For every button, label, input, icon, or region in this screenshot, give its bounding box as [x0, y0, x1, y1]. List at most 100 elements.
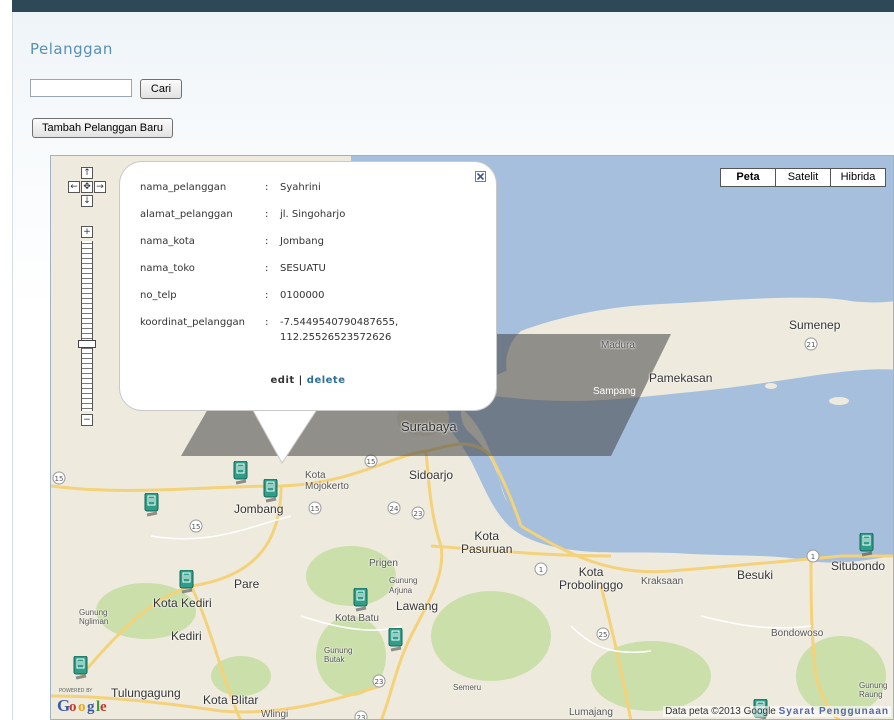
detail-key: nama_toko [140, 263, 195, 274]
map-label-gunung-raung: Gunung Raung [859, 681, 888, 699]
detail-value: -7.5449540790487655, 112.25526523572626 [280, 317, 399, 343]
map-label-gunung-butak: Gunung Butak [324, 646, 353, 664]
svg-text:23: 23 [375, 678, 384, 686]
map-label-kota-probolinggo: Kota Probolinggo [559, 565, 624, 592]
page-title: Pelanggan [30, 40, 113, 58]
detail-key: alamat_pelanggan [140, 209, 233, 220]
detail-separator: : [265, 290, 269, 301]
detail-key: nama_pelanggan [140, 182, 227, 193]
detail-value: Jombang [280, 236, 324, 247]
edit-link[interactable]: edit [271, 375, 295, 386]
customer-marker[interactable] [263, 479, 279, 503]
detail-row: alamat_pelanggan : jl. Singoharjo [140, 207, 398, 234]
svg-text:15: 15 [367, 458, 376, 466]
map-label-gunung-arjuna: Gunung Arjuna [389, 576, 418, 595]
customer-marker[interactable] [233, 461, 249, 485]
map-label-jombang: Jombang [234, 502, 284, 516]
pan-down-icon[interactable]: ↓ [81, 195, 93, 207]
action-divider: | [298, 375, 303, 386]
map-label-lawang: Lawang [396, 599, 439, 613]
map-label-semeru: Semeru [453, 683, 482, 692]
detail-row: nama_kota : Jombang [140, 234, 398, 261]
map-label-wlingi: Wlingi [261, 709, 289, 720]
detail-key: nama_kota [140, 236, 195, 247]
detail-value: SESUATU [280, 263, 326, 274]
svg-text:e: e [100, 699, 107, 715]
map-type-peta[interactable]: Peta [720, 168, 776, 187]
map-label-kota-batu: Kota Batu [335, 613, 379, 624]
map-type-hibrida[interactable]: Hibrida [830, 168, 886, 187]
pan-center-icon[interactable]: ✥ [81, 181, 93, 193]
add-customer-button[interactable]: Tambah Pelanggan Baru [32, 118, 173, 138]
terms-of-use-link[interactable]: Syarat Penggunaan [779, 706, 889, 717]
customer-infowindow: nama_pelanggan : Syahrini alamat_pelangg… [120, 162, 496, 410]
search-button[interactable]: Cari [140, 79, 182, 99]
map-label-sampang: Sampang [593, 386, 636, 397]
map-label-sidoarjo: Sidoarjo [409, 468, 454, 482]
customer-marker[interactable] [859, 533, 875, 557]
infowindow-actions: edit | delete [120, 375, 496, 386]
pan-left-icon[interactable]: ← [68, 181, 80, 193]
pan-right-icon[interactable]: → [94, 181, 106, 193]
zoom-in-icon[interactable]: + [81, 226, 93, 238]
detail-separator: : [265, 236, 269, 247]
google-logo[interactable]: G o o g l e [57, 695, 109, 715]
svg-text:o: o [78, 699, 86, 715]
map-label-tulungagung: Tulungagung [111, 686, 181, 700]
search-input[interactable] [30, 79, 132, 97]
map-label-madura: Madura [601, 340, 635, 351]
customer-marker[interactable] [144, 493, 160, 517]
svg-text:g: g [87, 699, 95, 715]
detail-row: nama_pelanggan : Syahrini [140, 180, 398, 207]
detail-value: 0100000 [280, 290, 325, 301]
map-attribution: Data peta ©2013 Google Syarat Penggunaan [663, 706, 891, 717]
infowindow-tail [250, 405, 320, 464]
detail-separator: : [265, 317, 269, 328]
zoom-slider-track[interactable] [81, 241, 93, 411]
map-label-bondowoso: Bondowoso [771, 628, 824, 639]
map-label-gunung-ngliman: Gunung Ngliman [79, 608, 109, 626]
detail-row: koordinat_pelanggan : -7.544954079048765… [140, 315, 398, 357]
customer-marker[interactable] [73, 656, 89, 680]
zoom-slider-thumb[interactable] [78, 340, 96, 348]
customer-marker[interactable] [353, 588, 369, 612]
map-label-sumenep: Sumenep [789, 318, 841, 332]
map-label-surabaya: Surabaya [401, 419, 457, 434]
customer-marker[interactable] [179, 570, 195, 594]
detail-key: koordinat_pelanggan [140, 317, 246, 328]
map-label-besuki: Besuki [737, 568, 774, 582]
detail-separator: : [265, 263, 269, 274]
map-label-pare: Pare [234, 577, 260, 591]
svg-text:15: 15 [55, 475, 64, 483]
detail-value: jl. Singoharjo [280, 209, 346, 220]
map-label-kota-mojokerto: Kota Mojokerto [305, 470, 349, 492]
delete-link[interactable]: delete [307, 375, 346, 386]
detail-value: Syahrini [280, 182, 321, 193]
detail-row: no_telp : 0100000 [140, 288, 398, 315]
zoom-out-icon[interactable]: − [81, 414, 93, 426]
map-label-situbondo: Situbondo [831, 559, 886, 573]
svg-text:1: 1 [539, 566, 543, 574]
svg-text:24: 24 [390, 505, 399, 513]
map-type-satelit[interactable]: Satelit [775, 168, 831, 187]
svg-text:25: 25 [599, 631, 608, 639]
map-label-kraksaan: Kraksaan [641, 576, 684, 587]
top-header-bar [12, 0, 894, 12]
close-icon[interactable] [475, 171, 486, 182]
customer-marker[interactable] [388, 628, 404, 652]
svg-text:1: 1 [811, 553, 815, 561]
detail-separator: : [265, 209, 269, 220]
map-data-credit: Data peta ©2013 Google [665, 706, 776, 717]
svg-text:23: 23 [414, 510, 423, 518]
svg-text:21: 21 [807, 341, 816, 349]
pan-up-icon[interactable]: ↑ [81, 167, 93, 179]
map-label-kota-pasuruan: Kota Pasuruan [461, 529, 513, 556]
map-label-kediri: Kediri [171, 629, 202, 643]
map-type-control: Peta Satelit Hibrida [720, 168, 886, 187]
powered-by-text: POWERED BY [59, 688, 93, 694]
svg-text:15: 15 [311, 505, 320, 513]
map-label-kota-blitar: Kota Blitar [203, 693, 259, 707]
map-label-lumajang: Lumajang [569, 707, 613, 718]
map-label-prigen: Prigen [369, 558, 398, 569]
detail-separator: : [265, 182, 269, 193]
